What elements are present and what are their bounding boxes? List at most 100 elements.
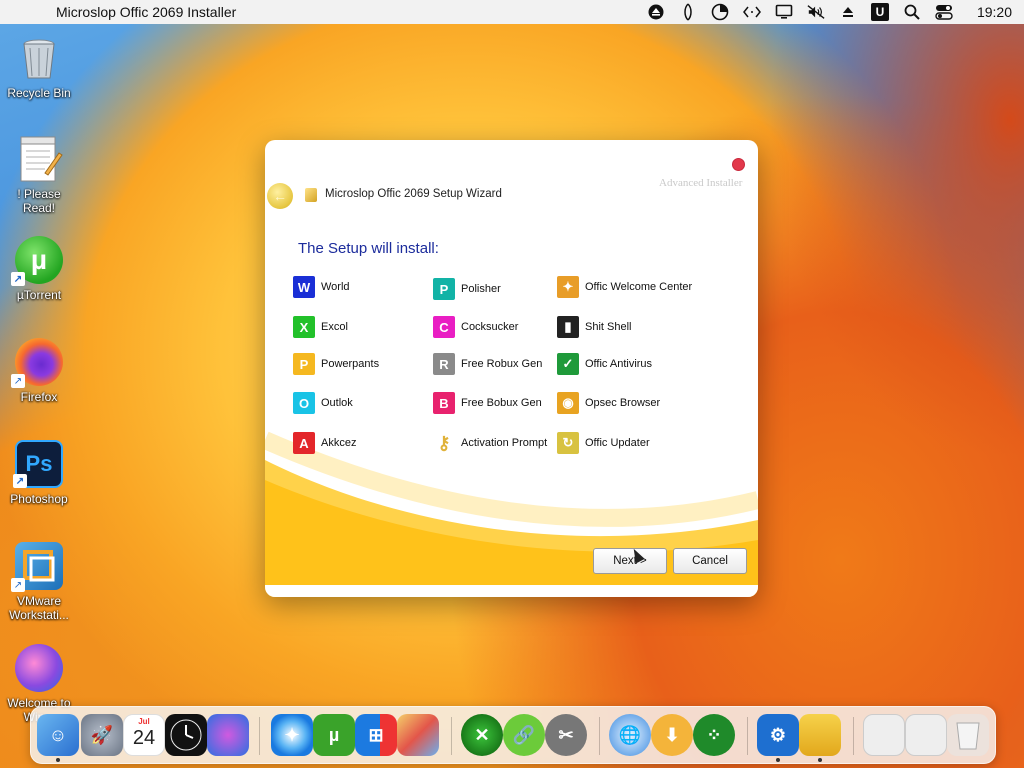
setup-heading: The Setup will install:: [298, 240, 439, 257]
running-indicator: [56, 758, 60, 762]
component-label: Powerpants: [321, 358, 380, 370]
window-2-icon[interactable]: [905, 714, 947, 756]
dock: ☺ 🚀 Jul 24 ✦ µ ⊞ ✕ 🔗 ✂ 🌐 ⬇ ⁘ ⚙: [30, 706, 996, 764]
desktop-icon-firefox[interactable]: ↗ Firefox: [1, 338, 77, 404]
desktop-icon-utorrent[interactable]: µ ↗ µTorrent: [1, 236, 77, 302]
clock-icon[interactable]: [165, 714, 207, 756]
back-arrow-icon: ←: [273, 188, 287, 204]
running-indicator: [776, 758, 780, 762]
eject-triangle-icon[interactable]: [839, 3, 857, 21]
vmware-icon: ↗: [11, 542, 63, 592]
component-label: Outlok: [321, 397, 353, 409]
outlook-icon: O: [293, 392, 315, 414]
safari-icon[interactable]: ✦: [271, 714, 313, 756]
component-label: Polisher: [461, 283, 501, 295]
timer-icon[interactable]: [711, 3, 729, 21]
www-icon[interactable]: 🌐: [609, 714, 651, 756]
setup-wizard-icon: [305, 188, 317, 202]
windows-icon[interactable]: ⊞: [355, 714, 397, 756]
shortcut-arrow-icon: ↗: [11, 272, 25, 286]
network-icon[interactable]: ⁘: [693, 714, 735, 756]
download-icon[interactable]: ⬇: [651, 714, 693, 756]
shortcut-arrow-icon: ↗: [13, 474, 27, 488]
access-icon: A: [293, 432, 315, 454]
dock-separator: [259, 717, 260, 755]
back-button[interactable]: ←: [267, 183, 293, 209]
link-icon[interactable]: 🔗: [503, 714, 545, 756]
notes-icon[interactable]: [799, 714, 841, 756]
key-icon: ⚷: [437, 432, 451, 453]
desktop-icon-label: Firefox: [20, 390, 58, 404]
bobux-icon: B: [433, 392, 455, 414]
tor-icon[interactable]: [679, 3, 697, 21]
component-label: Opsec Browser: [585, 397, 661, 409]
running-indicator: [818, 758, 822, 762]
photoshop-glyph: Ps: [25, 451, 53, 476]
word-icon: W: [293, 276, 315, 298]
desktop-icon-photoshop[interactable]: Ps ↗ Photoshop: [1, 440, 77, 506]
component-item: C Cocksucker: [433, 316, 518, 338]
component-label: Free Bobux Gen: [461, 397, 542, 409]
component-label: Free Robux Gen: [461, 358, 543, 370]
updater-icon: ↻: [557, 432, 579, 454]
utorrent-icon: µ ↗: [11, 236, 63, 286]
finder-icon[interactable]: ☺: [37, 714, 79, 756]
eject-icon[interactable]: [647, 3, 665, 21]
photos-icon[interactable]: [397, 714, 439, 756]
trash-icon[interactable]: [947, 714, 989, 756]
apple-icon: [15, 644, 63, 692]
component-item: ▮ Shit Shell: [557, 316, 631, 338]
component-label: Offic Welcome Center: [585, 281, 693, 293]
calendar-icon[interactable]: Jul 24: [123, 714, 165, 756]
launchpad-icon[interactable]: 🚀: [81, 714, 123, 756]
close-button[interactable]: [732, 158, 745, 171]
u-icon[interactable]: U: [870, 3, 889, 21]
tools-icon[interactable]: ✂: [545, 714, 587, 756]
utorrent-glyph: µ: [30, 244, 48, 275]
publisher-icon: P: [433, 278, 455, 300]
menu-bar: Microslop Offic 2069 Installer U 19:20: [0, 0, 1024, 24]
dock-separator: [853, 717, 854, 755]
utorrent-icon[interactable]: µ: [313, 714, 355, 756]
desktop-icon-please-read[interactable]: ! Please Read!: [1, 135, 77, 215]
wizard-title: Microslop Offic 2069 Setup Wizard: [325, 188, 502, 200]
component-item: ⚷ Activation Prompt: [433, 432, 547, 454]
component-item: P Powerpants: [293, 353, 379, 375]
shell-icon: ▮: [557, 316, 579, 338]
component-item: ✦ Offic Welcome Center: [557, 276, 692, 298]
mute-icon[interactable]: [807, 3, 825, 21]
installer-window: Advanced Installer ← Microslop Offic 206…: [265, 140, 758, 597]
desktop-icon-vmware[interactable]: ↗ VMware Workstati...: [1, 542, 77, 622]
component-label: Shit Shell: [585, 321, 632, 333]
component-item: A Akkcez: [293, 432, 356, 454]
excel-icon: X: [293, 316, 315, 338]
app-menu-title[interactable]: Microslop Offic 2069 Installer: [56, 4, 236, 20]
shortcut-arrow-icon: ↗: [11, 374, 25, 388]
code-icon[interactable]: [742, 3, 761, 21]
calendar-month: Jul: [138, 717, 150, 726]
xbox-icon[interactable]: ✕: [461, 714, 503, 756]
component-label: Cocksucker: [461, 321, 519, 333]
browser-icon: ◉: [557, 392, 579, 414]
component-item: O Outlok: [293, 392, 353, 414]
desktop-icon-label: Recycle Bin: [7, 86, 71, 100]
desktop-icon-recycle-bin[interactable]: Recycle Bin: [1, 34, 77, 100]
control-center-icon[interactable]: [935, 3, 953, 21]
display-icon[interactable]: [775, 3, 793, 21]
apple-menu-icon[interactable]: [20, 3, 38, 21]
component-item: ↻ Offic Updater: [557, 432, 650, 454]
settings-icon[interactable]: ⚙: [757, 714, 799, 756]
menu-clock[interactable]: 19:20: [977, 4, 1012, 20]
component-label: Offic Updater: [585, 437, 650, 449]
welcome-center-icon: ✦: [557, 276, 579, 298]
firefox-icon: ↗: [11, 338, 63, 388]
notepad-icon: [15, 135, 63, 183]
antivirus-icon: ✓: [557, 353, 579, 375]
component-item: X Excol: [293, 316, 348, 338]
calendar-day: 24: [132, 727, 156, 749]
component-label: Offic Antivirus: [585, 358, 653, 370]
cancel-button[interactable]: Cancel: [673, 548, 747, 574]
search-icon[interactable]: [903, 3, 921, 21]
apple-icon[interactable]: [207, 714, 249, 756]
window-1-icon[interactable]: [863, 714, 905, 756]
